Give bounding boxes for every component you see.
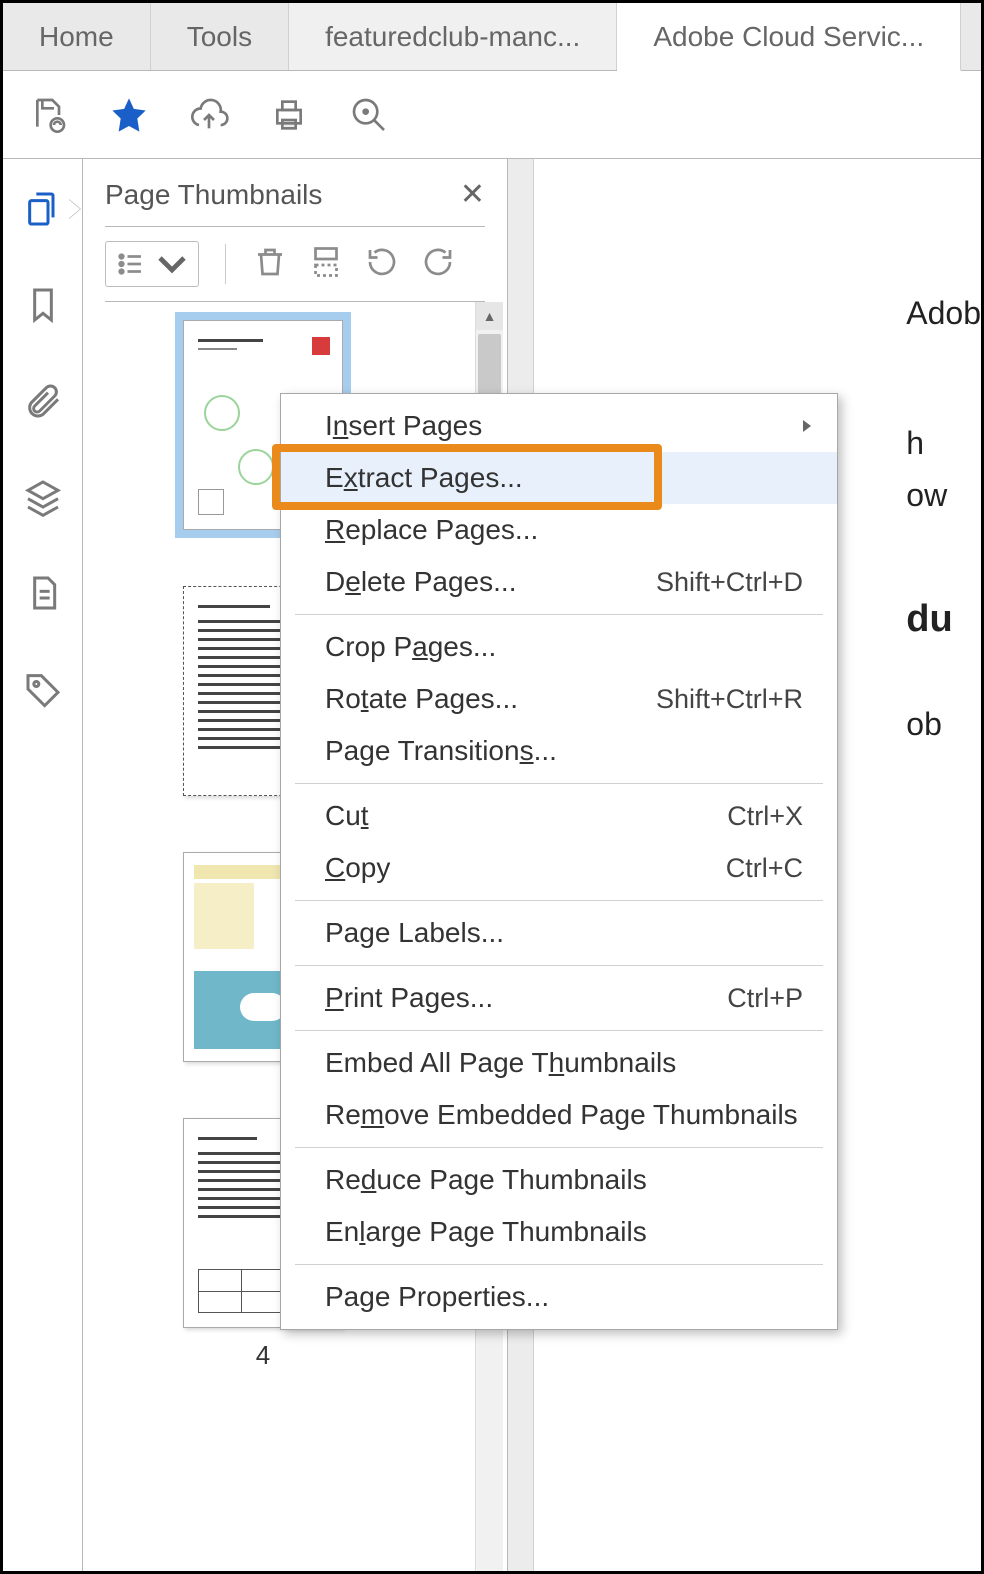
doc-line: ob (906, 700, 981, 748)
menu-delete-pages[interactable]: Delete Pages...Shift+Ctrl+D (281, 556, 837, 608)
tab-tools[interactable]: Tools (151, 3, 289, 70)
layers-rail-icon[interactable] (23, 477, 63, 517)
menu-cut[interactable]: CutCtrl+X (281, 790, 837, 842)
menu-separator (295, 614, 823, 615)
menu-embed-thumbnails[interactable]: Embed All Page Thumbnails (281, 1037, 837, 1089)
menu-separator (295, 1147, 823, 1148)
menu-separator (295, 1030, 823, 1031)
left-rail (3, 159, 83, 1571)
delete-icon[interactable] (252, 244, 288, 285)
menu-page-labels[interactable]: Page Labels... (281, 907, 837, 959)
menu-separator (295, 965, 823, 966)
attachments-rail-icon[interactable] (23, 381, 63, 421)
tab-bar: Home Tools featuredclub-manc... Adobe Cl… (3, 3, 981, 71)
menu-separator (295, 1264, 823, 1265)
doc-line: h (906, 419, 981, 467)
context-menu: Insert Pages Extract Pages... Replace Pa… (280, 393, 838, 1330)
search-icon[interactable] (347, 93, 391, 137)
panel-tools (83, 227, 507, 301)
tab-adobe-cloud[interactable]: Adobe Cloud Servic... (617, 3, 961, 71)
tag-rail-icon[interactable] (23, 669, 63, 709)
bookmarks-rail-icon[interactable] (23, 285, 63, 325)
panel-title: Page Thumbnails (105, 179, 322, 211)
menu-insert-pages[interactable]: Insert Pages (281, 400, 837, 452)
menu-remove-thumbnails[interactable]: Remove Embedded Page Thumbnails (281, 1089, 837, 1141)
rotate-cw-icon[interactable] (420, 244, 456, 285)
menu-reduce-thumbnails[interactable]: Reduce Page Thumbnails (281, 1154, 837, 1206)
print-icon[interactable] (267, 93, 311, 137)
separator (225, 244, 226, 284)
rotate-ccw-icon[interactable] (364, 244, 400, 285)
menu-crop-pages[interactable]: Crop Pages... (281, 621, 837, 673)
menu-print-pages[interactable]: Print Pages...Ctrl+P (281, 972, 837, 1024)
menu-rotate-pages[interactable]: Rotate Pages...Shift+Ctrl+R (281, 673, 837, 725)
menu-copy[interactable]: CopyCtrl+C (281, 842, 837, 894)
upload-cloud-icon[interactable] (187, 93, 231, 137)
doc-line: ow (906, 471, 981, 519)
tab-home[interactable]: Home (3, 3, 151, 70)
window: Home Tools featuredclub-manc... Adobe Cl… (0, 0, 984, 1574)
menu-extract-pages[interactable]: Extract Pages... (281, 452, 837, 504)
document-text: Adob h ow du ob (906, 289, 981, 826)
close-icon[interactable]: ✕ (460, 177, 485, 212)
menu-separator (295, 783, 823, 784)
save-cloud-icon[interactable] (27, 93, 71, 137)
page-rail-icon[interactable] (23, 573, 63, 613)
tab-document[interactable]: featuredclub-manc... (289, 3, 617, 70)
menu-page-transitions[interactable]: Page Transitions... (281, 725, 837, 777)
doc-line: du (906, 591, 981, 648)
page-number-label: 4 (183, 1340, 343, 1371)
options-dropdown[interactable] (105, 241, 199, 287)
menu-separator (295, 900, 823, 901)
panel-header: Page Thumbnails ✕ (83, 159, 507, 226)
doc-line: Adob (906, 289, 981, 337)
main-toolbar (3, 71, 981, 159)
scroll-up-icon[interactable]: ▲ (476, 302, 503, 330)
menu-replace-pages[interactable]: Replace Pages... (281, 504, 837, 556)
menu-enlarge-thumbnails[interactable]: Enlarge Page Thumbnails (281, 1206, 837, 1258)
thumbnails-rail-icon[interactable] (23, 189, 63, 229)
menu-page-properties[interactable]: Page Properties... (281, 1271, 837, 1323)
star-icon[interactable] (107, 93, 151, 137)
extract-icon[interactable] (308, 244, 344, 285)
